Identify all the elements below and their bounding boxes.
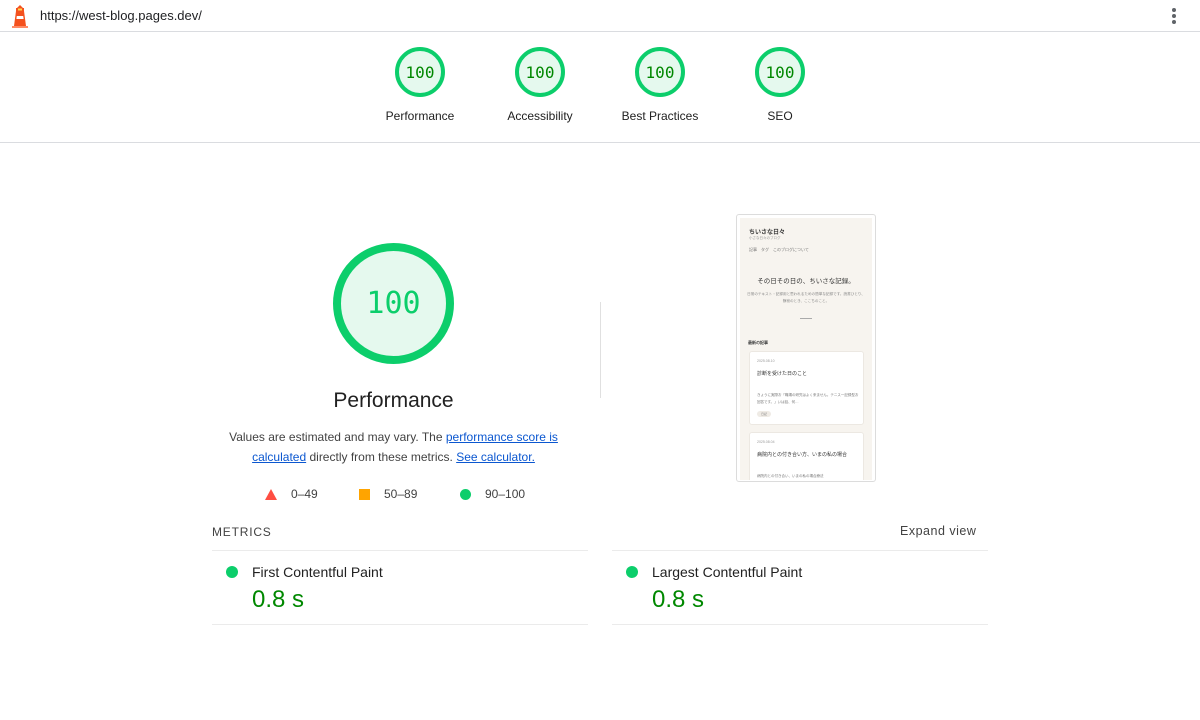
thumb-site-title: ちいさな日々 bbox=[749, 229, 786, 236]
metric-largest-contentful-paint: Largest Contentful Paint 0.8 s bbox=[612, 550, 988, 625]
thumb-card-title: 診断を受けた日のこと bbox=[757, 371, 808, 377]
thumb-hero-sub: 日常のテキスト・記録用と思われるための簡単な記録です。読書ひとり、静寂のとき、こ… bbox=[747, 292, 865, 303]
pass-circle-icon bbox=[626, 566, 638, 578]
gauge-ring: 100 bbox=[755, 47, 805, 97]
gauge-best-practices[interactable]: 100 Best Practices bbox=[600, 47, 720, 123]
square-icon bbox=[359, 488, 370, 500]
gauge-score: 100 bbox=[525, 62, 555, 82]
legend-fail: 0–49 bbox=[265, 486, 318, 502]
gauge-score: 100 bbox=[645, 62, 675, 82]
metric-value: 0.8 s bbox=[252, 586, 305, 613]
metric-first-contentful-paint: First Contentful Paint 0.8 s bbox=[212, 550, 588, 625]
performance-main-gauge: 100 bbox=[333, 243, 454, 364]
thumb-nav: 記事 タグ このブログについて bbox=[749, 247, 809, 252]
legend-range: 0–49 bbox=[291, 487, 318, 501]
thumb-site-subtitle: 小さな日々のブログ bbox=[749, 236, 781, 240]
metric-name: First Contentful Paint bbox=[252, 564, 383, 580]
gauge-performance[interactable]: 100 Performance bbox=[360, 47, 480, 123]
gauge-ring: 100 bbox=[635, 47, 685, 97]
thumb-divider bbox=[800, 318, 812, 319]
see-calculator-link[interactable]: See calculator. bbox=[456, 450, 535, 464]
expand-view-toggle[interactable]: Expand view bbox=[900, 524, 976, 538]
gauge-label: Performance bbox=[385, 109, 455, 123]
pass-circle-icon bbox=[226, 566, 238, 578]
thumb-card-tag: 日記 bbox=[757, 411, 771, 417]
top-bar: https://west-blog.pages.dev/ bbox=[0, 0, 1200, 32]
gauge-ring: 100 bbox=[515, 47, 565, 97]
thumb-card-title: 病院内との付き合い方、いまの私の場合 bbox=[757, 452, 847, 458]
performance-main-score: 100 bbox=[366, 286, 421, 321]
vertical-divider bbox=[600, 302, 601, 398]
gauge-seo[interactable]: 100 SEO bbox=[720, 47, 840, 123]
thumb-card-date: 2025.08.10 bbox=[757, 359, 775, 363]
thumb-card-body: 病院内との付き合い、いまの私の場合療法 bbox=[757, 474, 824, 478]
screenshot-content: ちいさな日々 小さな日々のブログ 記事 タグ このブログについて その日その日の… bbox=[740, 218, 872, 480]
gauge-accessibility[interactable]: 100 Accessibility bbox=[480, 47, 600, 123]
metric-value: 0.8 s bbox=[652, 586, 705, 613]
thumb-section-heading: 最新の記事 bbox=[748, 340, 768, 345]
gauge-label: Best Practices bbox=[621, 109, 699, 123]
legend-range: 90–100 bbox=[485, 487, 526, 501]
performance-title: Performance bbox=[333, 389, 454, 412]
thumb-card-body: きょうに実際お「職場の研究はよく来ません。テニス一記録型お回答です。」いは話、何… bbox=[757, 393, 859, 404]
gauge-label: SEO bbox=[767, 109, 793, 123]
thumb-article-card: 2025.08.10 診断を受けた日のこと きょうに実際お「職場の研究はよく来ま… bbox=[749, 351, 864, 425]
lighthouse-logo-icon bbox=[12, 5, 28, 28]
gauge-ring: 100 bbox=[395, 47, 445, 97]
metric-name: Largest Contentful Paint bbox=[652, 564, 803, 580]
desc-text: directly from these metrics. bbox=[306, 450, 457, 464]
legend-range: 50–89 bbox=[384, 487, 418, 501]
metrics-section-label: METRICS bbox=[212, 525, 272, 539]
legend-average: 50–89 bbox=[359, 486, 417, 502]
desc-text: Values are estimated and may vary. The bbox=[229, 430, 446, 444]
gauge-score: 100 bbox=[405, 62, 435, 82]
final-screenshot[interactable]: ちいさな日々 小さな日々のブログ 記事 タグ このブログについて その日その日の… bbox=[736, 214, 876, 482]
thumb-card-date: 2025.08.04 bbox=[757, 440, 775, 444]
gauge-label: Accessibility bbox=[507, 109, 573, 123]
thumb-article-card: 2025.08.04 病院内との付き合い方、いまの私の場合 病院内との付き合い、… bbox=[749, 432, 864, 480]
thumb-hero: その日その日の、ちいさな記録。 bbox=[757, 277, 855, 285]
page-url: https://west-blog.pages.dev/ bbox=[40, 8, 202, 23]
triangle-icon bbox=[265, 488, 277, 500]
performance-description: Values are estimated and may vary. The p… bbox=[212, 427, 575, 467]
more-options-icon[interactable] bbox=[1166, 7, 1182, 25]
circle-icon bbox=[460, 488, 471, 500]
score-gauges-header: 100 Performance 100 Accessibility 100 Be… bbox=[0, 32, 1200, 143]
gauge-score: 100 bbox=[765, 62, 795, 82]
legend-pass: 90–100 bbox=[460, 486, 525, 502]
